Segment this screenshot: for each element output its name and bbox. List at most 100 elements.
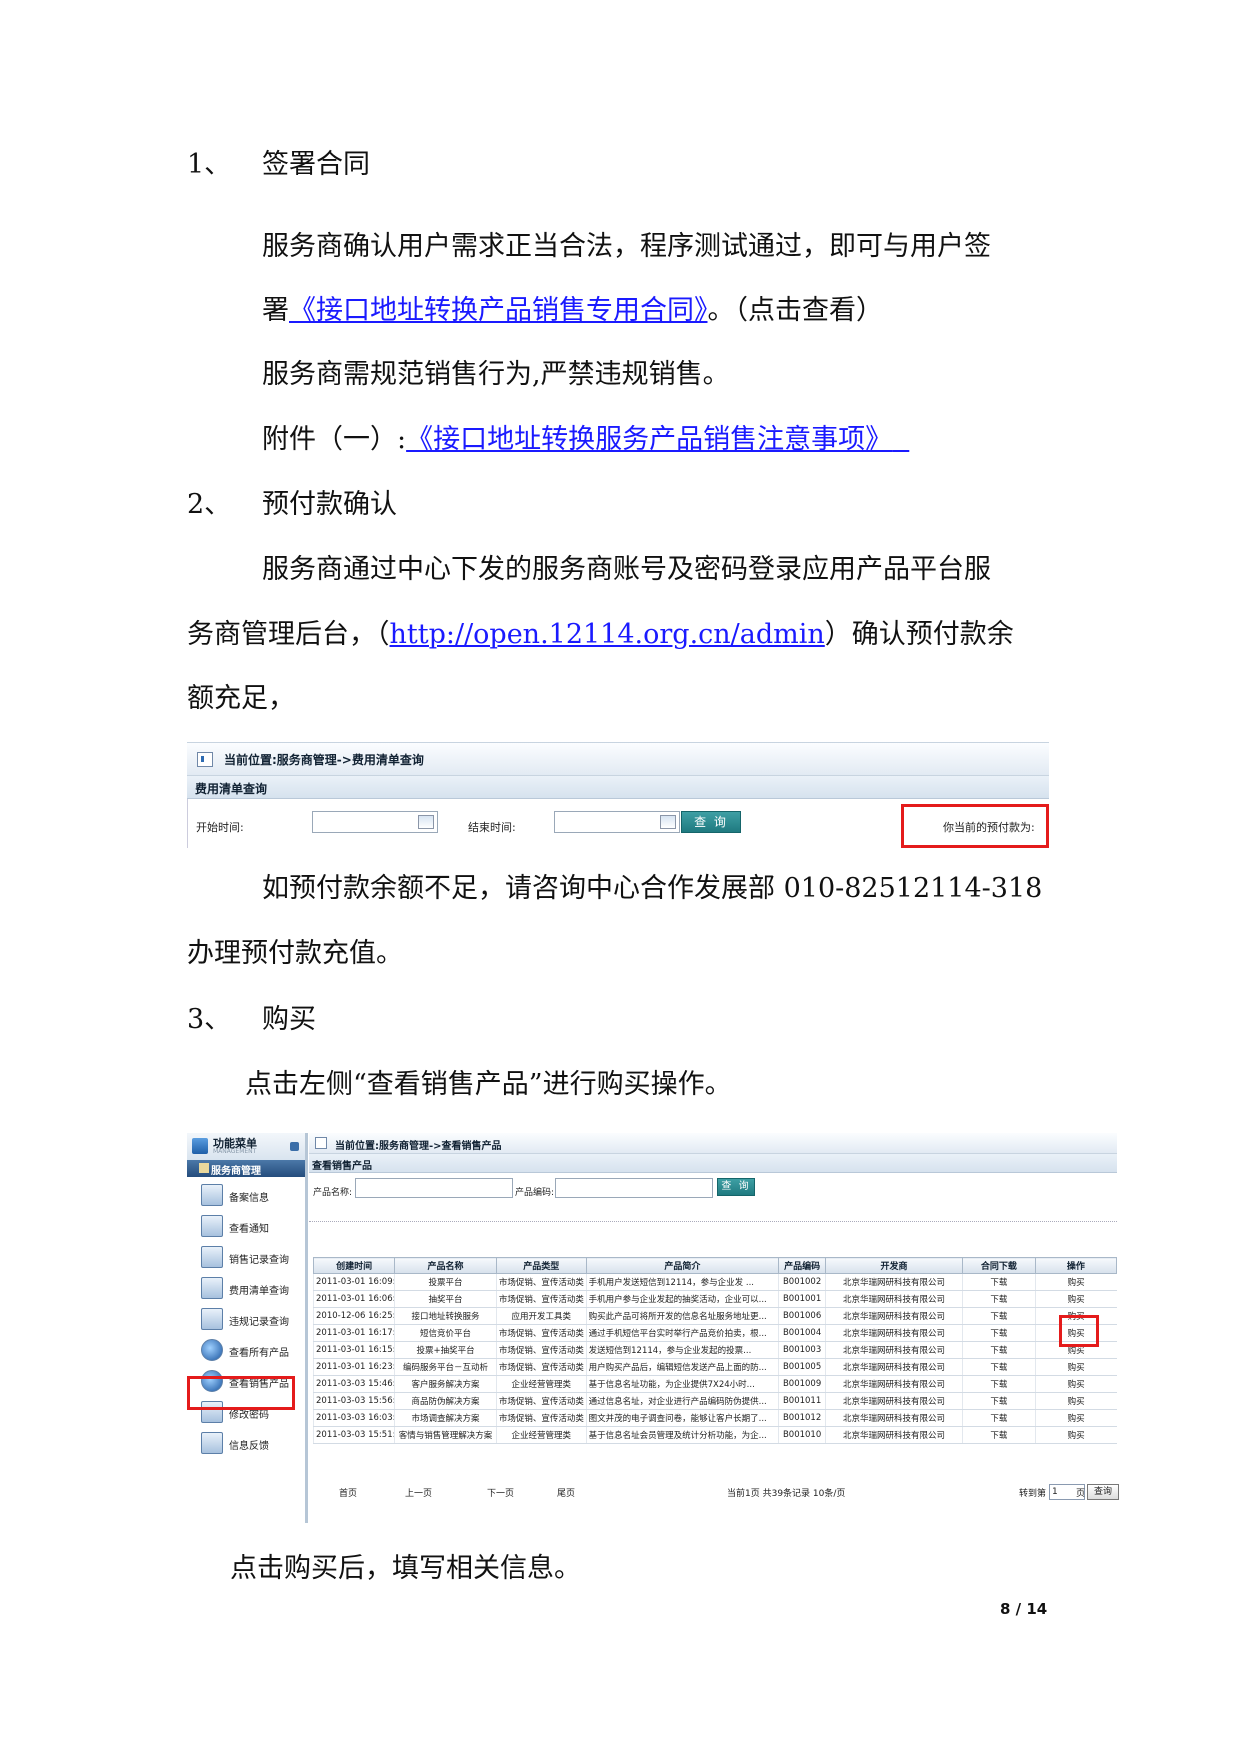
buy-link[interactable]: 购买 [1034, 1290, 1117, 1308]
notice-link[interactable]: 《接口地址转换服务产品销售注意事项》 [406, 424, 892, 455]
first-page-link[interactable]: 首页 [339, 1486, 357, 1499]
download-link[interactable]: 下载 [961, 1341, 1036, 1359]
menu-group[interactable]: 服务商管理 [187, 1160, 305, 1177]
table-cell: 通过信息名址，对企业进行产品编码防伪提供... [585, 1392, 779, 1410]
table-row: 2011-03-03 15:51:34客情与销售管理解决方案企业经营管理类基于信… [312, 1426, 1117, 1444]
calendar-icon[interactable] [660, 815, 676, 829]
column-header[interactable]: 创建时间 [312, 1257, 396, 1274]
column-header[interactable]: 产品简介 [585, 1257, 780, 1274]
records-icon [201, 1246, 223, 1268]
sidebar-item-all-products[interactable]: 查看所有产品 [187, 1335, 305, 1365]
download-link[interactable]: 下载 [961, 1392, 1036, 1410]
end-time-input[interactable] [554, 811, 680, 833]
buy-link[interactable]: 购买 [1034, 1273, 1117, 1291]
query-button[interactable]: 查 询 [717, 1178, 755, 1196]
sidebar-item-feedback[interactable]: 信息反馈 [187, 1428, 305, 1458]
table-row: 2011-03-01 16:15:06投票+抽奖平台市场促销、宣传活动类发送短信… [312, 1341, 1117, 1359]
contract-link[interactable]: 《接口地址转换产品销售专用合同》 [289, 295, 708, 326]
table-cell: 北京华瑞网研科技有限公司 [825, 1409, 963, 1427]
section-3-number: 3、 [187, 1004, 232, 1035]
calendar-icon[interactable] [418, 815, 434, 829]
table-cell: 北京华瑞网研科技有限公司 [825, 1290, 963, 1308]
buy-link[interactable]: 购买 [1034, 1358, 1117, 1376]
table-cell: 客户服务解决方案 [394, 1375, 497, 1393]
next-page-link[interactable]: 下一页 [487, 1486, 514, 1499]
goto-page-button[interactable]: 查询 [1087, 1484, 1119, 1500]
sidebar-item-fee-list[interactable]: 费用清单查询 [187, 1273, 305, 1303]
query-button[interactable]: 查 询 [681, 811, 741, 833]
download-link[interactable]: 下载 [961, 1358, 1036, 1376]
sidebar-item-notices[interactable]: 查看通知 [187, 1211, 305, 1241]
sidebar-item-sales-records[interactable]: 销售记录查询 [187, 1242, 305, 1272]
table-cell: 图文并茂的电子调查问卷，能够让客户长期了... [585, 1409, 779, 1427]
table-cell: 用户购买产品后，编辑短信发送产品上面的防... [585, 1358, 779, 1376]
table-cell: 商品防伪解决方案 [394, 1392, 497, 1410]
table-row: 2011-03-01 16:23:35编码服务平台－互动析市场促销、宣传活动类用… [312, 1358, 1117, 1376]
product-code-input[interactable] [555, 1178, 713, 1198]
paragraph-4: 附件（一）:《接口地址转换服务产品销售注意事项》 [262, 423, 909, 457]
section-title: 费用清单查询 [195, 782, 268, 796]
product-code-label: 产品编码: [515, 1188, 555, 1198]
menu-header: 功能菜单 MANAGEMENT [187, 1133, 305, 1160]
end-time-label: 结束时间: [468, 821, 516, 834]
table-cell: 2010-12-06 16:25:24 [312, 1307, 395, 1325]
table-cell: 投票平台 [394, 1273, 497, 1291]
start-time-input[interactable] [312, 811, 438, 833]
page-number: 8 / 14 [1000, 1600, 1048, 1618]
table-cell: B001002 [778, 1273, 826, 1291]
table-header-row: 创建时间 产品名称 产品类型 产品简介 产品编码 开发商 合同下载 操作 [312, 1257, 1118, 1274]
prev-page-link[interactable]: 上一页 [405, 1486, 432, 1499]
table-cell: B001004 [778, 1324, 826, 1342]
sidebar-item-label: 查看所有产品 [229, 1348, 289, 1359]
table-cell: 企业经营管理类 [495, 1375, 587, 1393]
sidebar-item-label: 销售记录查询 [229, 1255, 289, 1266]
sidebar-item-violations[interactable]: 违规记录查询 [187, 1304, 305, 1334]
download-link[interactable]: 下载 [961, 1307, 1036, 1325]
sidebar-item-filing[interactable]: 备案信息 [187, 1180, 305, 1210]
download-link[interactable]: 下载 [961, 1290, 1036, 1308]
table-row: 2011-03-01 16:17:02短信竞价平台市场促销、宣传活动类通过手机短… [312, 1324, 1117, 1342]
buy-link[interactable]: 购买 [1034, 1409, 1117, 1427]
column-header[interactable]: 产品名称 [394, 1257, 497, 1274]
download-link[interactable]: 下载 [961, 1426, 1036, 1444]
column-header[interactable]: 操作 [1034, 1257, 1118, 1274]
last-page-link[interactable]: 尾页 [557, 1486, 575, 1499]
download-link[interactable]: 下载 [961, 1375, 1036, 1393]
breadcrumb: 当前位置:服务商管理->费用清单查询 [224, 753, 424, 767]
table-row: 2011-03-01 16:06:05抽奖平台市场促销、宣传活动类手机用户参与企… [312, 1290, 1117, 1308]
location-bar: 当前位置:服务商管理->费用清单查询 [187, 742, 1049, 776]
download-link[interactable]: 下载 [961, 1409, 1036, 1427]
column-header[interactable]: 合同下载 [961, 1257, 1036, 1274]
sales-products-screenshot: 功能菜单 MANAGEMENT 服务商管理 备案信息 查看通知 销售记录查询 费… [187, 1133, 1119, 1523]
buy-link[interactable]: 购买 [1034, 1392, 1117, 1410]
download-link[interactable]: 下载 [961, 1273, 1036, 1291]
table-cell: 短信竞价平台 [394, 1324, 497, 1342]
buy-link[interactable]: 购买 [1034, 1426, 1117, 1444]
product-name-label: 产品名称: [313, 1188, 353, 1198]
menu-subtitle: MANAGEMENT [213, 1148, 257, 1155]
violation-icon [201, 1308, 223, 1330]
table-cell: B001003 [778, 1341, 826, 1359]
home-icon [192, 1138, 208, 1154]
breadcrumb: 当前位置:服务商管理->查看销售产品 [335, 1141, 502, 1152]
paragraph-11: 点击购买后，填写相关信息。 [230, 1553, 581, 1584]
collapse-icon[interactable] [290, 1142, 299, 1151]
product-name-input[interactable] [355, 1178, 513, 1198]
table-cell: 应用开发工具类 [495, 1307, 587, 1325]
notice-link-trail [892, 424, 909, 455]
buy-link[interactable]: 购买 [1034, 1375, 1117, 1393]
main-panel: 当前位置:服务商管理->查看销售产品 查看销售产品 产品名称: 产品编码: 查 … [309, 1133, 1119, 1523]
column-header[interactable]: 产品编码 [778, 1257, 827, 1274]
section-title: 查看销售产品 [312, 1161, 372, 1172]
table-cell: 2011-03-03 16:03:00 [312, 1409, 395, 1427]
paragraph-1: 服务商确认用户需求正当合法，程序测试通过，即可与用户签 [262, 231, 991, 262]
table-cell: 市场促销、宣传活动类 [495, 1273, 587, 1291]
table-cell: B001006 [778, 1307, 826, 1325]
products-table: 创建时间 产品名称 产品类型 产品简介 产品编码 开发商 合同下载 操作 201… [312, 1257, 1118, 1444]
column-header[interactable]: 开发商 [825, 1257, 963, 1274]
column-header[interactable]: 产品类型 [495, 1257, 587, 1274]
admin-url-link[interactable]: http://open.12114.org.cn/admin [390, 619, 825, 650]
highlight-box [901, 804, 1049, 848]
table-cell: 发送短信到12114，参与企业发起的投票... [585, 1341, 779, 1359]
download-link[interactable]: 下载 [961, 1324, 1036, 1342]
